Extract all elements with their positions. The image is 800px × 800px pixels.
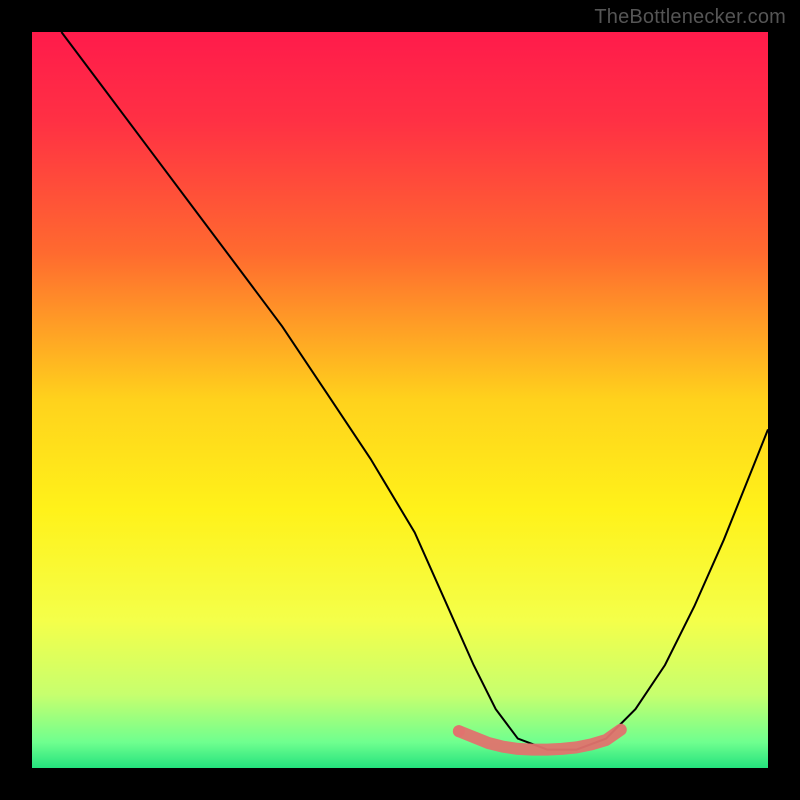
bottleneck-chart: [0, 0, 800, 800]
gradient-background: [32, 32, 768, 768]
chart-frame: TheBottlenecker.com: [0, 0, 800, 800]
watermark-text: TheBottlenecker.com: [594, 6, 786, 29]
